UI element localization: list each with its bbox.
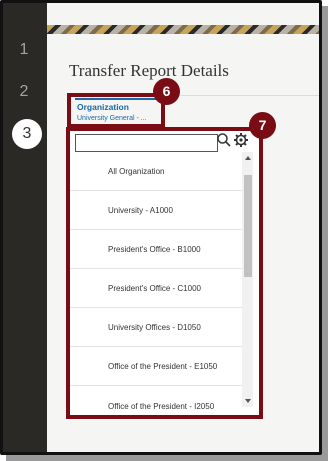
callout-badge-7: 7 [249,112,276,139]
step-2[interactable]: 2 [3,83,45,101]
callout-highlight-6 [67,93,165,128]
step-3-active[interactable]: 3 [12,119,42,149]
page-title: Transfer Report Details [69,61,229,80]
callout-badge-6: 6 [153,78,180,105]
decorative-banner [47,25,319,34]
callout-highlight-7 [66,127,263,419]
step-rail: 1 2 3 [3,3,45,452]
step-1[interactable]: 1 [3,41,45,59]
